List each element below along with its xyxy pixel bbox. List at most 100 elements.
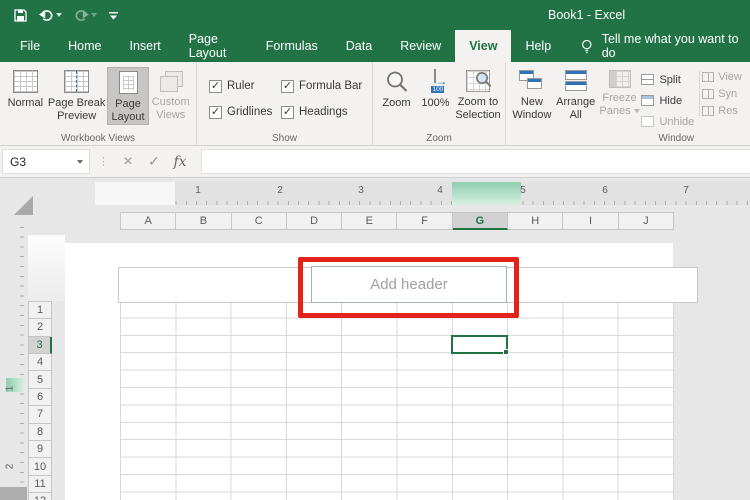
column-header-c[interactable]: C	[232, 212, 287, 230]
tab-review[interactable]: Review	[386, 30, 455, 62]
column-header-j[interactable]: J	[619, 212, 674, 230]
enter-button[interactable]: ✓	[141, 153, 167, 170]
normal-view-button[interactable]: Normal	[4, 67, 47, 110]
red-annotation-box	[298, 257, 519, 318]
checkbox-headings[interactable]: ✓ Headings	[281, 106, 373, 119]
cancel-button[interactable]: ×	[115, 153, 141, 171]
group-label-window: Window	[506, 133, 694, 144]
page-layout-view-label: Page Layout	[108, 98, 149, 124]
row-header-1[interactable]: 1	[28, 302, 52, 319]
zoom-to-selection-button[interactable]: Zoom to Selection	[455, 67, 501, 122]
view-side-by-side-button: View	[702, 71, 746, 83]
window-group-divider	[699, 71, 700, 116]
unhide-icon	[641, 116, 654, 127]
checkbox-ruler[interactable]: ✓ Ruler	[209, 80, 281, 93]
freeze-panes-dropdown-icon	[634, 109, 640, 113]
undo-dropdown-icon[interactable]	[56, 13, 62, 17]
tab-home[interactable]: Home	[54, 30, 115, 62]
view-side-by-side-label: View	[718, 71, 742, 83]
row-header-8[interactable]: 8	[28, 424, 52, 441]
arrange-all-icon	[565, 70, 587, 92]
tab-help[interactable]: Help	[511, 30, 565, 62]
zoom-100-label: 100%	[421, 97, 449, 110]
select-all-button[interactable]	[14, 196, 33, 215]
group-workbook-views: Normal Page Break Preview Page Layout Cu…	[0, 62, 197, 145]
checkbox-label-headings: Headings	[299, 106, 348, 118]
checkbox-icon-gridlines[interactable]: ✓	[209, 106, 222, 119]
row-header-7[interactable]: 7	[28, 406, 52, 423]
zoom-button[interactable]: Zoom	[377, 67, 416, 110]
column-header-h[interactable]: H	[508, 212, 563, 230]
tell-me-box[interactable]: Tell me what you want to do	[581, 30, 750, 62]
row-header-10[interactable]: 10	[28, 458, 52, 475]
tab-formulas[interactable]: Formulas	[252, 30, 332, 62]
new-window-icon	[519, 70, 544, 92]
window-title: Book1 - Excel	[548, 0, 625, 30]
save-icon[interactable]	[14, 9, 27, 22]
checkbox-label-ruler: Ruler	[227, 80, 254, 92]
redo-dropdown-icon	[91, 13, 97, 17]
row-header-6[interactable]: 6	[28, 389, 52, 406]
page-layout-view-button[interactable]: Page Layout	[107, 67, 150, 125]
tab-data[interactable]: Data	[332, 30, 386, 62]
column-header-g[interactable]: G	[453, 212, 508, 230]
zoom-100-button[interactable]: →100 100%	[416, 67, 455, 110]
view-side-by-side-icon	[702, 72, 714, 82]
column-header-b[interactable]: B	[176, 212, 231, 230]
custom-views-button: Custom Views	[149, 67, 192, 122]
arrange-all-button[interactable]: Arrange All	[554, 67, 598, 122]
checkbox-icon-headings[interactable]: ✓	[281, 106, 294, 119]
split-label: Split	[659, 74, 680, 86]
row-header-5[interactable]: 5	[28, 371, 52, 388]
customize-quick-access-icon[interactable]	[109, 11, 118, 20]
selected-cell-g3[interactable]	[451, 335, 508, 354]
page-break-preview-button[interactable]: Page Break Preview	[47, 67, 107, 123]
arrange-all-label: Arrange All	[554, 96, 598, 122]
ruler-active-column-highlight	[452, 182, 521, 205]
row-header-3[interactable]: 3	[28, 337, 52, 354]
split-button[interactable]: Split	[641, 71, 697, 88]
row-header-11[interactable]: 11	[28, 476, 52, 493]
hide-icon	[641, 95, 654, 106]
sheet-canvas: 1234567 12 ABCDEFGHIJ 123456789101112 Ad…	[0, 178, 750, 500]
checkbox-icon-formula-bar[interactable]: ✓	[281, 80, 294, 93]
column-header-d[interactable]: D	[287, 212, 342, 230]
tab-view[interactable]: View	[455, 30, 511, 62]
freeze-panes-icon	[609, 70, 631, 88]
name-box[interactable]: G3	[2, 149, 90, 174]
row-header-4[interactable]: 4	[28, 354, 52, 371]
page-edge-shadow	[0, 487, 27, 500]
tab-file[interactable]: File	[6, 30, 54, 62]
column-header-f[interactable]: F	[397, 212, 452, 230]
title-bar: Book1 - Excel	[0, 0, 750, 30]
ribbon-tab-row: FileHomeInsertPage LayoutFormulasDataRev…	[0, 30, 750, 62]
split-icon	[641, 74, 654, 85]
new-window-button[interactable]: New Window	[510, 67, 554, 122]
hide-button[interactable]: Hide	[641, 92, 697, 109]
undo-button[interactable]	[39, 9, 62, 21]
tab-insert[interactable]: Insert	[116, 30, 175, 62]
custom-views-label: Custom Views	[149, 96, 192, 122]
checkbox-icon-ruler[interactable]: ✓	[209, 80, 222, 93]
column-header-a[interactable]: A	[121, 212, 176, 230]
row-header-9[interactable]: 9	[28, 441, 52, 458]
checkbox-formula-bar[interactable]: ✓Formula Bar	[281, 80, 373, 93]
insert-function-button[interactable]: fx	[167, 154, 193, 170]
window-truncated-buttons: View Syn Res	[702, 67, 746, 117]
group-label-show: Show	[197, 133, 372, 144]
vertical-ruler[interactable]: 12	[6, 218, 24, 500]
row-header-12[interactable]: 12	[28, 493, 52, 500]
checkbox-gridlines[interactable]: ✓Gridlines	[209, 106, 281, 119]
column-header-i[interactable]: I	[563, 212, 618, 230]
column-header-e[interactable]: E	[342, 212, 397, 230]
page-layout-view-icon	[119, 71, 138, 94]
name-box-dropdown-icon[interactable]	[77, 160, 83, 164]
group-zoom: Zoom →100 100% Zoom to Selection Zoom	[373, 62, 506, 145]
horizontal-ruler[interactable]: 1234567	[95, 182, 750, 205]
row-header-2[interactable]: 2	[28, 319, 52, 336]
cell-grid[interactable]	[120, 301, 674, 500]
formula-bar-row: G3 ⋮ × ✓ fx	[0, 146, 750, 178]
formula-input[interactable]	[201, 149, 750, 174]
tab-page-layout[interactable]: Page Layout	[175, 30, 252, 62]
ruler-number-1: 1	[195, 185, 201, 196]
